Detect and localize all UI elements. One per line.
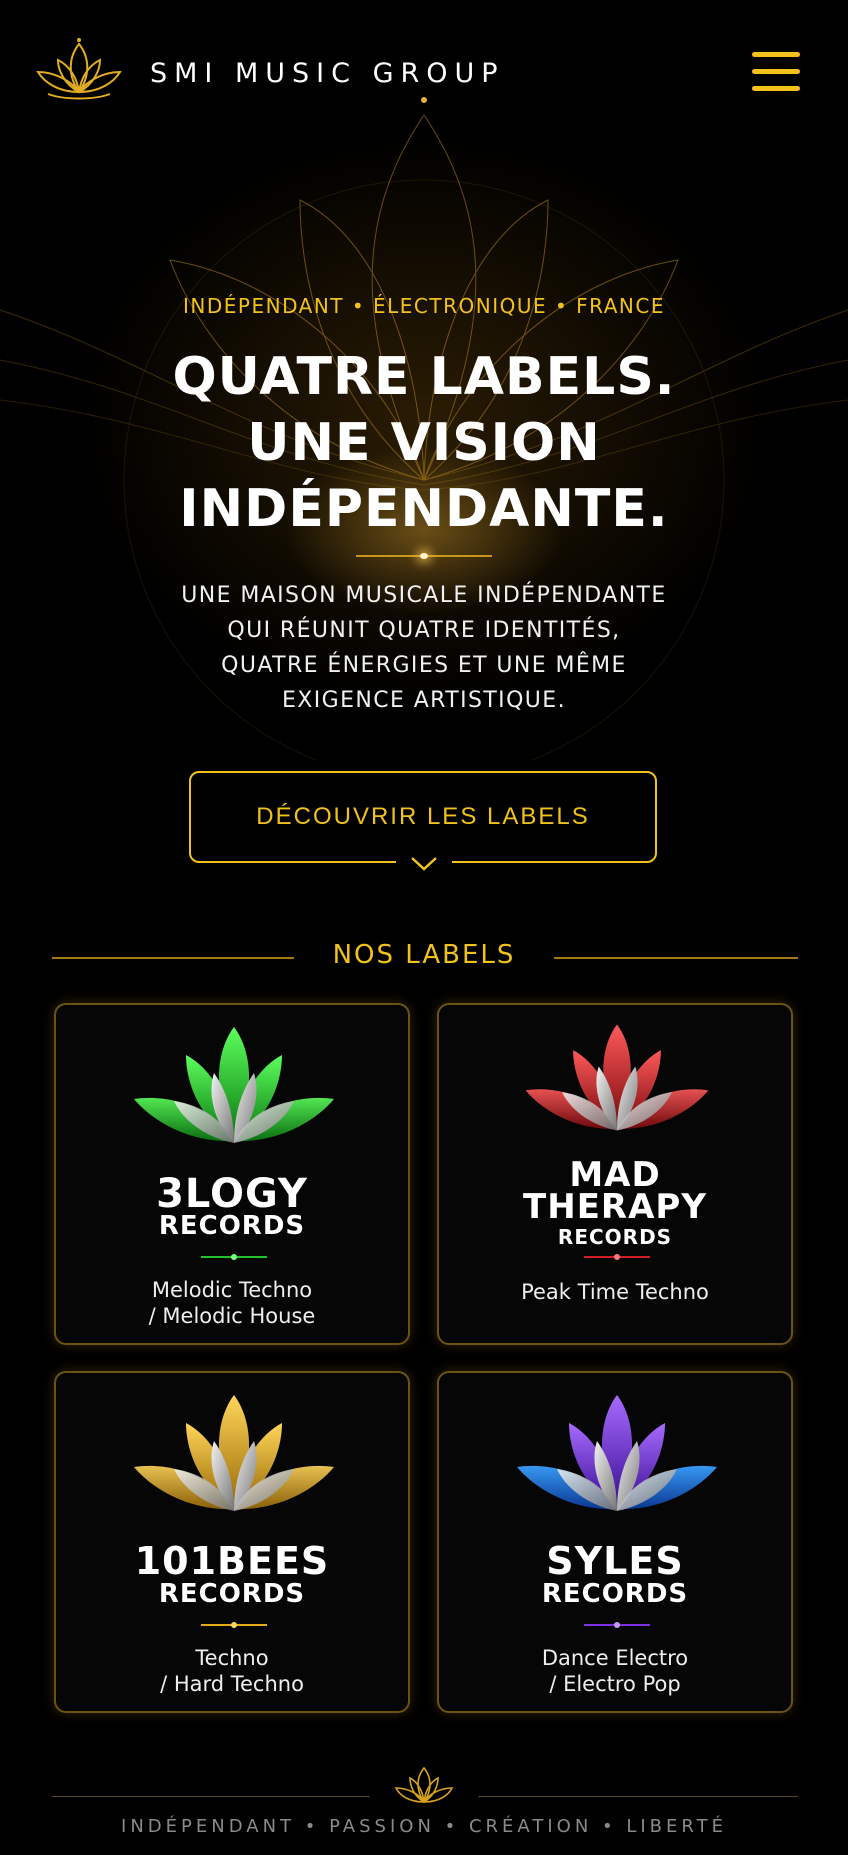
label-card-mad-therapy[interactable]: MAD THERAPY RECORDS Peak Time Techno [437,1003,793,1345]
label-genre-line: Peak Time Techno [521,1280,709,1304]
hero-title: QUATRE LABELS. UNE VISION INDÉPENDANTE. [0,344,848,542]
chevron-down-icon[interactable] [396,852,452,878]
footer-divider-right [478,1796,798,1797]
label-accent-line [584,1254,650,1260]
brand-name[interactable]: SMI MUSIC GROUP [150,58,505,89]
hamburger-menu-icon[interactable] [752,52,800,96]
footer-divider-left [52,1796,370,1797]
site-header: SMI MUSIC GROUP [0,0,848,150]
hero-description-line: QUATRE ÉNERGIES ET UNE MÊME [221,653,627,678]
lotus-logo-icon[interactable] [34,36,124,108]
label-genre: Melodic Techno / Melodic House [56,1277,408,1329]
hero-tagline: INDÉPENDANT • ÉLECTRONIQUE • FRANCE [183,294,665,318]
label-name: THERAPY [523,1187,707,1227]
label-genre: Peak Time Techno [439,1279,791,1305]
label-genre: Techno / Hard Techno [56,1645,408,1697]
label-genre-line: Dance Electro [541,1646,689,1670]
label-genre-line: Melodic Techno [151,1278,313,1302]
section-title: NOS LABELS [332,940,516,970]
label-name: 101BEES [134,1539,330,1583]
hero-description-line: EXIGENCE ARTISTIQUE. [282,688,566,713]
label-card-syles[interactable]: SYLES RECORDS Dance Electro / Electro Po… [437,1371,793,1713]
purple-lotus-logo-icon [517,1395,717,1511]
hero-description: UNE MAISON MUSICALE INDÉPENDANTE QUI RÉU… [0,578,848,718]
label-genre: Dance Electro / Electro Pop [439,1645,791,1697]
green-lotus-logo-icon [134,1027,334,1143]
label-genre-line: / Electro Pop [549,1672,681,1696]
label-name-sub: RECORDS [541,1579,689,1609]
red-lotus-logo-icon [525,1024,709,1131]
hero-divider [356,553,492,559]
footer-tagline: INDÉPENDANT • PASSION • CRÉATION • LIBER… [121,1816,727,1837]
label-genre-line: / Melodic House [148,1304,316,1328]
gold-lotus-logo-icon [134,1395,334,1511]
label-name-sub: RECORDS [158,1211,306,1241]
label-card-101bees[interactable]: 101BEES RECORDS Techno / Hard Techno [54,1371,410,1713]
label-accent-line [201,1254,267,1260]
label-accent-line [201,1622,267,1628]
section-divider-right [554,957,798,959]
label-name: SYLES [546,1539,684,1583]
footer-lotus-icon [394,1766,454,1804]
hero-description-line: UNE MAISON MUSICALE INDÉPENDANTE [181,583,667,608]
hero-description-line: QUI RÉUNIT QUATRE IDENTITÉS, [227,618,621,643]
hero-title-line: UNE VISION [247,413,601,473]
label-genre-line: Techno [195,1646,269,1670]
hero-title-line: QUATRE LABELS. [172,347,676,407]
label-card-3logy[interactable]: 3LOGY RECORDS Melodic Techno / Melodic H… [54,1003,410,1345]
hero-title-line: INDÉPENDANTE. [179,479,669,539]
discover-labels-button[interactable]: DÉCOUVRIR LES LABELS [189,771,657,863]
label-name-sub: RECORDS [158,1579,306,1609]
label-name-sub: RECORDS [557,1225,673,1249]
label-genre-line: / Hard Techno [160,1672,304,1696]
label-accent-line [584,1622,650,1628]
